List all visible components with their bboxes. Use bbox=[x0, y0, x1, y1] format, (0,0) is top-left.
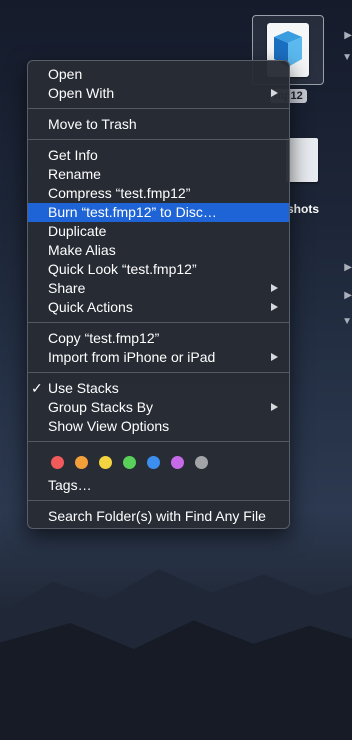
menu-separator bbox=[28, 322, 289, 323]
folder-name-label[interactable]: shots bbox=[287, 202, 319, 216]
menu-item-use-stacks[interactable]: ✓ Use Stacks bbox=[28, 379, 289, 398]
tag-blue-dot[interactable] bbox=[147, 456, 160, 469]
chevron-right-icon: ▶ bbox=[344, 290, 352, 301]
menu-item-import-from-iphone[interactable]: Import from iPhone or iPad bbox=[28, 348, 289, 367]
menu-item-quick-actions[interactable]: Quick Actions bbox=[28, 298, 289, 317]
menu-item-make-alias[interactable]: Make Alias bbox=[28, 241, 289, 260]
tag-green-dot[interactable] bbox=[123, 456, 136, 469]
menu-item-find-any-file[interactable]: Search Folder(s) with Find Any File bbox=[28, 507, 289, 526]
menu-item-quick-look[interactable]: Quick Look “test.fmp12” bbox=[28, 260, 289, 279]
menu-separator bbox=[28, 500, 289, 501]
submenu-arrow-icon bbox=[271, 303, 278, 311]
menu-item-tags[interactable]: Tags… bbox=[28, 476, 289, 495]
menu-item-burn-to-disc[interactable]: Burn “test.fmp12” to Disc… bbox=[28, 203, 289, 222]
menu-item-label: Import from iPhone or iPad bbox=[48, 349, 216, 365]
chevron-down-icon: ▼ bbox=[342, 316, 352, 327]
screenshots-folder-icon[interactable] bbox=[286, 138, 318, 182]
menu-item-share[interactable]: Share bbox=[28, 279, 289, 298]
menu-item-group-stacks-by[interactable]: Group Stacks By bbox=[28, 398, 289, 417]
menu-item-get-info[interactable]: Get Info bbox=[28, 146, 289, 165]
menu-separator bbox=[28, 441, 289, 442]
menu-item-move-to-trash[interactable]: Move to Trash bbox=[28, 115, 289, 134]
menu-item-open-with[interactable]: Open With bbox=[28, 84, 289, 103]
checkmark-icon: ✓ bbox=[31, 380, 43, 396]
submenu-arrow-icon bbox=[271, 403, 278, 411]
menu-item-label: Share bbox=[48, 280, 86, 296]
menu-item-duplicate[interactable]: Duplicate bbox=[28, 222, 289, 241]
menu-separator bbox=[28, 139, 289, 140]
tag-red-dot[interactable] bbox=[51, 456, 64, 469]
tag-purple-dot[interactable] bbox=[171, 456, 184, 469]
menu-item-open[interactable]: Open bbox=[28, 65, 289, 84]
menu-separator bbox=[28, 372, 289, 373]
side-strip: ▶ ▼ ▶ ▶ ▼ bbox=[342, 0, 352, 729]
tag-colors-row bbox=[28, 448, 289, 476]
menu-item-show-view-options[interactable]: Show View Options bbox=[28, 417, 289, 436]
menu-item-copy[interactable]: Copy “test.fmp12” bbox=[28, 329, 289, 348]
menu-item-compress[interactable]: Compress “test.fmp12” bbox=[28, 184, 289, 203]
chevron-right-icon: ▶ bbox=[344, 30, 352, 41]
context-menu: Open Open With Move to Trash Get Info Re… bbox=[27, 60, 290, 529]
submenu-arrow-icon bbox=[271, 353, 278, 361]
mountain-silhouette-front bbox=[0, 620, 352, 740]
tag-gray-dot[interactable] bbox=[195, 456, 208, 469]
tag-yellow-dot[interactable] bbox=[99, 456, 112, 469]
chevron-down-icon: ▼ bbox=[342, 52, 352, 63]
menu-item-label: Use Stacks bbox=[48, 380, 119, 396]
menu-item-label: Open With bbox=[48, 85, 115, 101]
menu-item-label: Quick Actions bbox=[48, 299, 133, 315]
chevron-right-icon: ▶ bbox=[344, 262, 352, 273]
menu-item-rename[interactable]: Rename bbox=[28, 165, 289, 184]
tag-orange-dot[interactable] bbox=[75, 456, 88, 469]
menu-item-label: Group Stacks By bbox=[48, 399, 154, 415]
submenu-arrow-icon bbox=[271, 89, 278, 97]
menu-separator bbox=[28, 108, 289, 109]
submenu-arrow-icon bbox=[271, 284, 278, 292]
